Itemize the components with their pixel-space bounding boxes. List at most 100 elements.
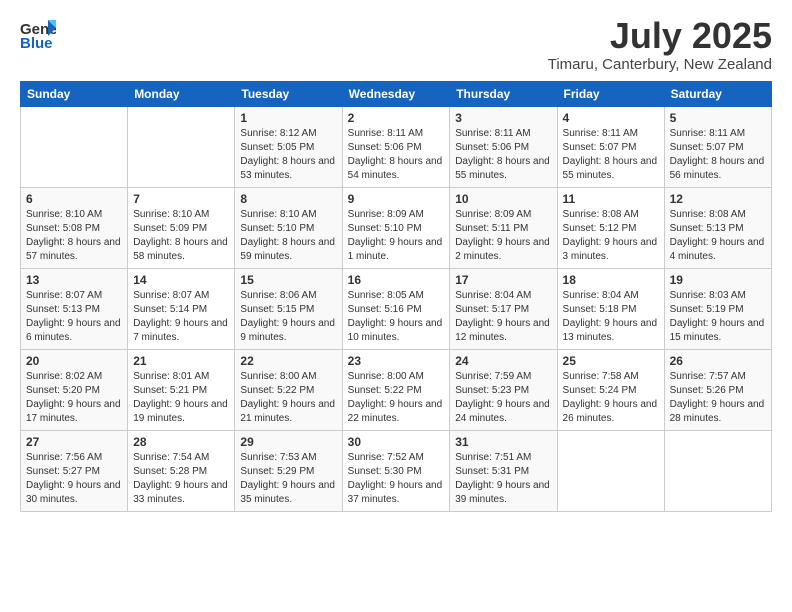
week-row-2: 6Sunrise: 8:10 AM Sunset: 5:08 PM Daylig…	[21, 187, 772, 268]
weekday-header-tuesday: Tuesday	[235, 81, 342, 106]
day-info: Sunrise: 8:07 AM Sunset: 5:13 PM Dayligh…	[26, 289, 122, 345]
svg-text:Blue: Blue	[20, 35, 53, 52]
day-number: 23	[348, 354, 445, 368]
calendar-cell: 25 Sunrise: 7:58 AM Sunset: 5:24 PM Dayli…	[557, 349, 664, 430]
day-number: 6	[26, 192, 122, 206]
day-number: 18	[563, 273, 659, 287]
day-info: Sunrise: 7:57 AM Sunset: 5:26 PM Dayligh…	[670, 370, 766, 426]
logo-graphic: General Blue	[20, 16, 56, 63]
day-number: 20	[26, 354, 122, 368]
day-number: 21	[133, 354, 229, 368]
day-info: Sunrise: 7:51 AM Sunset: 5:31 PM Dayligh…	[455, 451, 551, 507]
weekday-header-friday: Friday	[557, 81, 664, 106]
day-info: Sunrise: 8:10 AM Sunset: 5:09 PM Dayligh…	[133, 208, 229, 264]
calendar-cell: 22 Sunrise: 8:00 AM Sunset: 5:22 PM Dayli…	[235, 349, 342, 430]
calendar-cell: 12 Sunrise: 8:08 AM Sunset: 5:13 PM Dayli…	[664, 187, 771, 268]
day-number: 12	[670, 192, 766, 206]
day-number: 30	[348, 435, 445, 449]
calendar-cell	[557, 430, 664, 511]
calendar-cell: 7Sunrise: 8:10 AM Sunset: 5:09 PM Daylig…	[128, 187, 235, 268]
day-number: 19	[670, 273, 766, 287]
calendar-cell	[664, 430, 771, 511]
day-info: Sunrise: 8:12 AM Sunset: 5:05 PM Dayligh…	[240, 127, 336, 183]
weekday-header-thursday: Thursday	[450, 81, 557, 106]
calendar-cell: 21 Sunrise: 8:01 AM Sunset: 5:21 PM Dayli…	[128, 349, 235, 430]
calendar-cell: 5 Sunrise: 8:11 AM Sunset: 5:07 PM Daylig…	[664, 106, 771, 187]
calendar-cell: 13 Sunrise: 8:07 AM Sunset: 5:13 PM Dayli…	[21, 268, 128, 349]
calendar-cell: 9Sunrise: 8:09 AM Sunset: 5:10 PM Daylig…	[342, 187, 450, 268]
calendar-cell: 19 Sunrise: 8:03 AM Sunset: 5:19 PM Dayli…	[664, 268, 771, 349]
day-info: Sunrise: 7:59 AM Sunset: 5:23 PM Dayligh…	[455, 370, 551, 426]
calendar-cell: 18 Sunrise: 8:04 AM Sunset: 5:18 PM Dayli…	[557, 268, 664, 349]
day-info: Sunrise: 8:11 AM Sunset: 5:07 PM Dayligh…	[670, 127, 766, 183]
day-number: 1	[240, 111, 336, 125]
day-info: Sunrise: 8:01 AM Sunset: 5:21 PM Dayligh…	[133, 370, 229, 426]
day-number: 4	[563, 111, 659, 125]
calendar-table: SundayMondayTuesdayWednesdayThursdayFrid…	[20, 81, 772, 512]
week-row-1: 1 Sunrise: 8:12 AM Sunset: 5:05 PM Daylig…	[21, 106, 772, 187]
day-number: 14	[133, 273, 229, 287]
calendar-cell: 6Sunrise: 8:10 AM Sunset: 5:08 PM Daylig…	[21, 187, 128, 268]
calendar-cell: 31 Sunrise: 7:51 AM Sunset: 5:31 PM Dayli…	[450, 430, 557, 511]
calendar-cell: 29Sunrise: 7:53 AM Sunset: 5:29 PM Dayli…	[235, 430, 342, 511]
day-number: 28	[133, 435, 229, 449]
day-info: Sunrise: 7:52 AM Sunset: 5:30 PM Dayligh…	[348, 451, 445, 507]
day-info: Sunrise: 8:02 AM Sunset: 5:20 PM Dayligh…	[26, 370, 122, 426]
calendar-cell: 17Sunrise: 8:04 AM Sunset: 5:17 PM Dayli…	[450, 268, 557, 349]
day-info: Sunrise: 8:06 AM Sunset: 5:15 PM Dayligh…	[240, 289, 336, 345]
calendar-cell: 8Sunrise: 8:10 AM Sunset: 5:10 PM Daylig…	[235, 187, 342, 268]
calendar-cell: 23 Sunrise: 8:00 AM Sunset: 5:22 PM Dayli…	[342, 349, 450, 430]
day-number: 27	[26, 435, 122, 449]
weekday-header-sunday: Sunday	[21, 81, 128, 106]
week-row-4: 20 Sunrise: 8:02 AM Sunset: 5:20 PM Dayli…	[21, 349, 772, 430]
day-number: 31	[455, 435, 551, 449]
calendar-cell: 27Sunrise: 7:56 AM Sunset: 5:27 PM Dayli…	[21, 430, 128, 511]
day-info: Sunrise: 8:09 AM Sunset: 5:10 PM Dayligh…	[348, 208, 445, 264]
day-info: Sunrise: 8:09 AM Sunset: 5:11 PM Dayligh…	[455, 208, 551, 264]
calendar-cell: 24 Sunrise: 7:59 AM Sunset: 5:23 PM Dayli…	[450, 349, 557, 430]
calendar-cell: 20 Sunrise: 8:02 AM Sunset: 5:20 PM Dayli…	[21, 349, 128, 430]
calendar-cell: 11Sunrise: 8:08 AM Sunset: 5:12 PM Dayli…	[557, 187, 664, 268]
day-number: 2	[348, 111, 445, 125]
day-number: 25	[563, 354, 659, 368]
location-title: Timaru, Canterbury, New Zealand	[548, 56, 772, 73]
calendar-cell: 30 Sunrise: 7:52 AM Sunset: 5:30 PM Dayli…	[342, 430, 450, 511]
calendar-cell: 28 Sunrise: 7:54 AM Sunset: 5:28 PM Dayli…	[128, 430, 235, 511]
day-info: Sunrise: 8:04 AM Sunset: 5:18 PM Dayligh…	[563, 289, 659, 345]
day-info: Sunrise: 8:00 AM Sunset: 5:22 PM Dayligh…	[240, 370, 336, 426]
title-area: July 2025 Timaru, Canterbury, New Zealan…	[548, 16, 772, 73]
calendar-cell: 4Sunrise: 8:11 AM Sunset: 5:07 PM Daylig…	[557, 106, 664, 187]
calendar-cell: 1 Sunrise: 8:12 AM Sunset: 5:05 PM Daylig…	[235, 106, 342, 187]
weekday-header-saturday: Saturday	[664, 81, 771, 106]
weekday-header-monday: Monday	[128, 81, 235, 106]
day-info: Sunrise: 7:54 AM Sunset: 5:28 PM Dayligh…	[133, 451, 229, 507]
day-number: 29	[240, 435, 336, 449]
calendar-cell	[128, 106, 235, 187]
day-number: 22	[240, 354, 336, 368]
day-number: 16	[348, 273, 445, 287]
day-info: Sunrise: 8:11 AM Sunset: 5:06 PM Dayligh…	[455, 127, 551, 183]
day-info: Sunrise: 8:11 AM Sunset: 5:06 PM Dayligh…	[348, 127, 445, 183]
day-number: 5	[670, 111, 766, 125]
day-number: 26	[670, 354, 766, 368]
weekday-header-wednesday: Wednesday	[342, 81, 450, 106]
day-number: 24	[455, 354, 551, 368]
calendar-cell	[21, 106, 128, 187]
calendar-cell: 26 Sunrise: 7:57 AM Sunset: 5:26 PM Dayli…	[664, 349, 771, 430]
day-info: Sunrise: 8:03 AM Sunset: 5:19 PM Dayligh…	[670, 289, 766, 345]
logo: General Blue	[20, 16, 56, 63]
weekday-header-row: SundayMondayTuesdayWednesdayThursdayFrid…	[21, 81, 772, 106]
day-info: Sunrise: 8:00 AM Sunset: 5:22 PM Dayligh…	[348, 370, 445, 426]
day-number: 3	[455, 111, 551, 125]
calendar-cell: 10Sunrise: 8:09 AM Sunset: 5:11 PM Dayli…	[450, 187, 557, 268]
month-title: July 2025	[548, 16, 772, 56]
calendar-cell: 16Sunrise: 8:05 AM Sunset: 5:16 PM Dayli…	[342, 268, 450, 349]
day-info: Sunrise: 8:08 AM Sunset: 5:13 PM Dayligh…	[670, 208, 766, 264]
week-row-5: 27Sunrise: 7:56 AM Sunset: 5:27 PM Dayli…	[21, 430, 772, 511]
day-info: Sunrise: 7:58 AM Sunset: 5:24 PM Dayligh…	[563, 370, 659, 426]
day-number: 8	[240, 192, 336, 206]
day-info: Sunrise: 8:08 AM Sunset: 5:12 PM Dayligh…	[563, 208, 659, 264]
day-number: 17	[455, 273, 551, 287]
day-number: 13	[26, 273, 122, 287]
calendar-cell: 15Sunrise: 8:06 AM Sunset: 5:15 PM Dayli…	[235, 268, 342, 349]
